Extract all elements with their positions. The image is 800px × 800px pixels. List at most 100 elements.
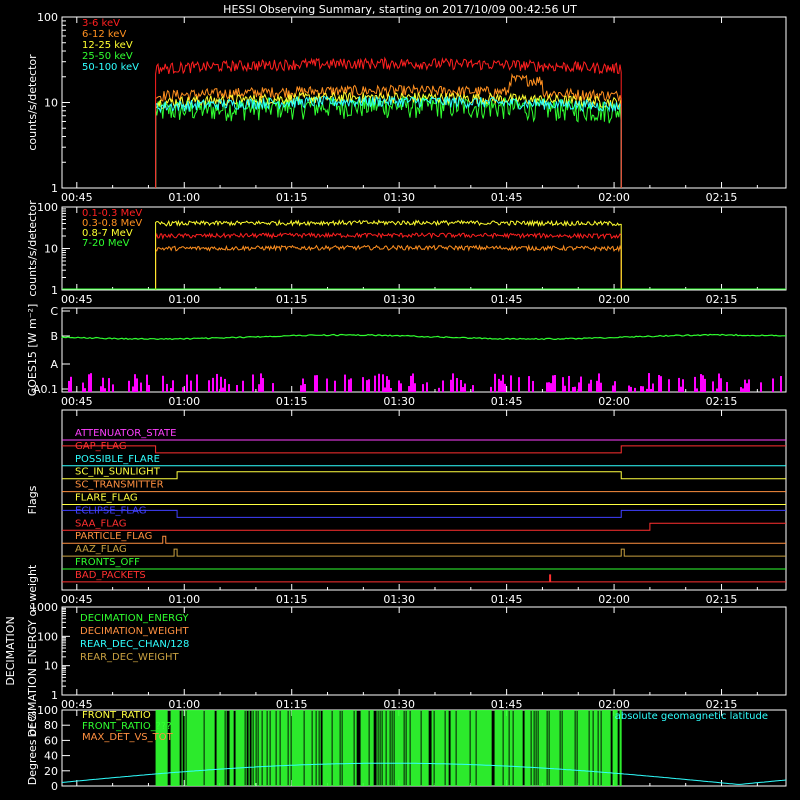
y-tick-label: 100 — [37, 630, 58, 643]
front-ratio-bar — [351, 710, 353, 786]
y-tick-label: 1 — [51, 284, 58, 297]
front-ratio-bar — [567, 710, 569, 786]
front-ratio-bar — [297, 710, 299, 786]
flag-label: AAZ_FLAG — [75, 544, 127, 555]
front-ratio-bar — [474, 710, 476, 786]
activity-bar — [646, 388, 648, 392]
series-line-0-1-0-3-mev — [155, 231, 622, 291]
front-ratio-bar — [515, 710, 517, 786]
front-ratio-bar — [529, 710, 531, 786]
activity-bar — [500, 380, 502, 392]
x-tick-label: 01:45 — [491, 698, 523, 711]
front-ratio-bar — [280, 710, 282, 786]
front-ratio-bar — [213, 710, 215, 786]
series-line-6-12-kev — [155, 72, 622, 189]
front-ratio-bar — [598, 710, 600, 786]
x-tick-label: 01:15 — [276, 395, 308, 408]
front-ratio-bar — [309, 710, 311, 786]
activity-bar — [112, 384, 114, 392]
activity-bar — [252, 374, 254, 392]
front-ratio-bar — [517, 710, 519, 786]
activity-bar — [350, 378, 352, 392]
front-ratio-bar — [436, 710, 438, 786]
front-ratio-bar — [513, 710, 515, 786]
front-ratio-bar — [441, 710, 443, 786]
front-ratio-bar — [324, 710, 326, 786]
front-ratio-bar — [396, 710, 398, 786]
front-ratio-bar — [395, 710, 397, 786]
front-ratio-bar — [363, 710, 365, 786]
front-ratio-bar — [314, 710, 316, 786]
activity-bar — [316, 375, 318, 392]
front-ratio-bar — [427, 710, 429, 786]
legend-entry: 3-6 keV — [82, 18, 120, 29]
x-tick-label: 02:15 — [706, 191, 738, 204]
series-line-25-50-kev — [155, 94, 622, 189]
x-tick-label: 02:15 — [706, 698, 738, 711]
front-ratio-bar — [423, 710, 425, 786]
activity-bar — [628, 385, 630, 392]
front-ratio-bar — [288, 710, 290, 786]
front-ratio-bar — [272, 710, 274, 786]
front-ratio-bar — [237, 710, 239, 786]
front-ratio-bar — [425, 710, 427, 786]
activity-bar — [600, 382, 602, 392]
front-ratio-bar — [299, 710, 301, 786]
y-tick-label: 20 — [44, 765, 58, 778]
front-ratio-bar — [507, 710, 509, 786]
activity-bar — [186, 374, 188, 392]
front-ratio-bar — [532, 710, 534, 786]
front-ratio-bar — [580, 710, 582, 786]
front-ratio-bar — [337, 710, 339, 786]
activity-bar — [572, 387, 574, 392]
front-ratio-bar — [335, 710, 337, 786]
front-ratio-bar — [196, 710, 198, 786]
front-ratio-bar — [225, 710, 227, 786]
front-ratio-bar — [392, 710, 394, 786]
activity-bar — [574, 386, 576, 392]
front-ratio-bar — [382, 710, 384, 786]
activity-bar — [568, 375, 570, 392]
front-ratio-bar — [277, 710, 279, 786]
flag-label: POSSIBLE_FLARE — [75, 454, 160, 465]
front-ratio-bar — [570, 710, 572, 786]
activity-bar — [208, 380, 210, 392]
front-ratio-bar — [235, 710, 237, 786]
y-axis-label: counts/s/detector — [26, 200, 39, 297]
front-ratio-bar — [590, 710, 592, 786]
front-ratio-bar — [413, 710, 415, 786]
front-ratio-bar — [422, 710, 424, 786]
front-ratio-bar — [518, 710, 520, 786]
activity-bar — [148, 384, 150, 392]
front-ratio-bar — [524, 710, 526, 786]
front-ratio-bar — [175, 710, 177, 786]
front-ratio-bar — [367, 710, 369, 786]
front-ratio-bar — [322, 710, 324, 786]
front-ratio-bar — [304, 710, 306, 786]
front-ratio-bar — [536, 710, 538, 786]
front-ratio-bar — [558, 710, 560, 786]
activity-bar — [88, 374, 90, 392]
activity-bar — [222, 387, 224, 392]
legend-entry: FRONT_RATIO_??? — [82, 721, 172, 732]
activity-bar — [442, 380, 444, 392]
front-ratio-bar — [243, 710, 245, 786]
y-axis-label: counts/s/detector — [26, 54, 39, 151]
front-ratio-bar — [456, 710, 458, 786]
activity-bar — [382, 374, 384, 392]
front-ratio-bar — [306, 710, 308, 786]
front-ratio-bar — [604, 710, 606, 786]
activity-bar — [658, 374, 660, 392]
front-ratio-bar — [200, 710, 202, 786]
front-ratio-bar — [443, 710, 445, 786]
front-ratio-bar — [176, 710, 178, 786]
front-ratio-bar — [352, 710, 354, 786]
front-ratio-bar — [323, 710, 325, 786]
front-ratio-bar — [531, 710, 533, 786]
activity-bar — [196, 374, 198, 392]
y-tick-label: 10 — [44, 97, 58, 110]
front-ratio-bar — [577, 710, 579, 786]
x-tick-label: 01:00 — [168, 191, 200, 204]
front-ratio-bar — [564, 710, 566, 786]
front-ratio-bar — [572, 710, 574, 786]
